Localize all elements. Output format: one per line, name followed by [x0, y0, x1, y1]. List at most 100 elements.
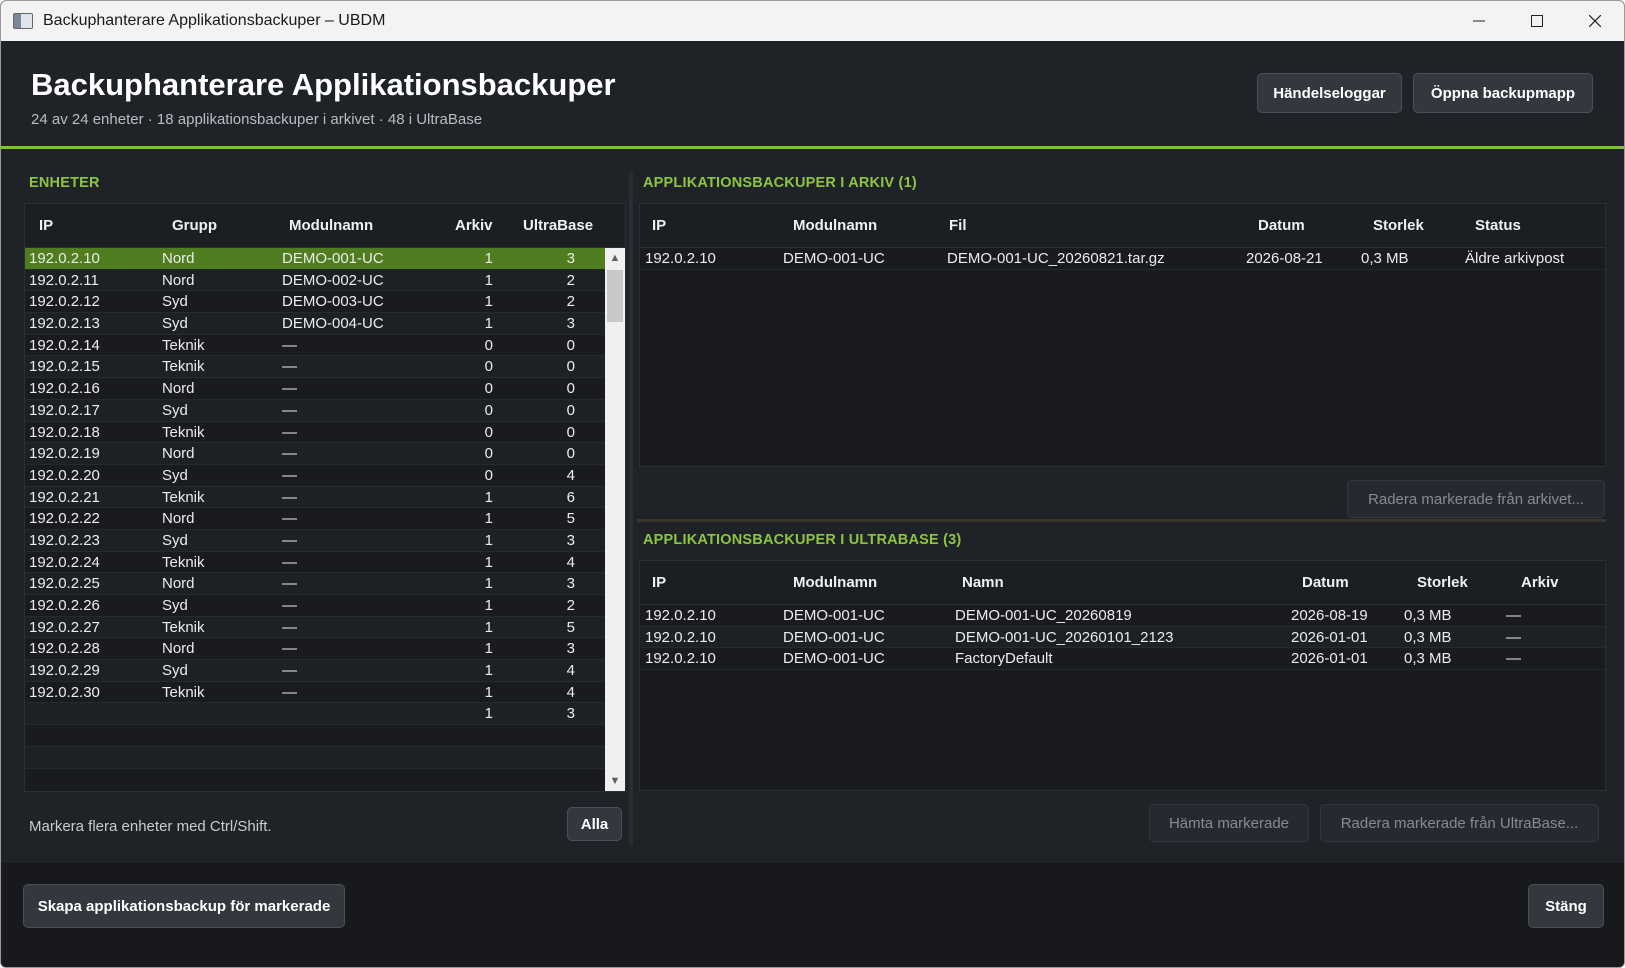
fetch-selected-button[interactable]: Hämta markerade: [1149, 804, 1309, 842]
device-row[interactable]: [25, 746, 625, 769]
table-cell: —: [282, 640, 297, 658]
scroll-down-icon[interactable]: ▼: [605, 771, 625, 791]
column-header[interactable]: Storlek: [1417, 574, 1468, 591]
vertical-splitter[interactable]: [629, 173, 633, 845]
delete-from-archive-button[interactable]: Radera markerade från arkivet...: [1347, 480, 1605, 518]
ultrabase-row[interactable]: 192.0.2.10 DEMO-001-UC DEMO-001-UC_2026081…: [640, 605, 1605, 627]
column-header[interactable]: Datum: [1302, 574, 1349, 591]
column-header[interactable]: UltraBase: [523, 217, 593, 234]
table-cell: 192.0.2.10: [645, 607, 716, 624]
open-backup-folder-button[interactable]: Öppna backupmapp: [1413, 73, 1593, 113]
table-cell: 6: [566, 488, 575, 506]
horizontal-splitter[interactable]: [637, 519, 1606, 522]
column-header[interactable]: Modulnamn: [793, 217, 877, 234]
ultrabase-rows: 192.0.2.10 DEMO-001-UC DEMO-001-UC_2026081…: [640, 605, 1605, 671]
table-cell: 5: [566, 618, 575, 636]
event-log-button[interactable]: Händelseloggar: [1257, 73, 1402, 113]
maximize-button[interactable]: [1508, 1, 1566, 41]
ultrabase-row[interactable]: 192.0.2.10 DEMO-001-UC DEMO-001-UC_2026010…: [640, 626, 1605, 649]
device-row[interactable]: 192.0.2.28 Nord — 1 3: [25, 638, 625, 661]
ultrabase-section-title: APPLIKATIONSBACKUPER I ULTRABASE (3): [643, 532, 962, 548]
table-cell: Nord: [162, 250, 195, 267]
device-row[interactable]: 13: [25, 703, 625, 726]
table-cell: —: [1506, 607, 1521, 624]
table-cell: —: [282, 488, 297, 506]
table-cell: 1: [484, 597, 493, 614]
table-cell: Teknik: [162, 336, 205, 354]
device-row[interactable]: 192.0.2.26 Syd — 1 2: [25, 595, 625, 617]
table-cell: 192.0.2.27: [29, 618, 100, 636]
device-row[interactable]: 192.0.2.20 Syd — 0 4: [25, 465, 625, 487]
table-cell: 3: [566, 315, 575, 333]
column-header[interactable]: Grupp: [172, 217, 217, 234]
column-header[interactable]: Arkiv: [455, 217, 493, 234]
table-cell: Teknik: [162, 358, 205, 376]
table-cell: Äldre arkivpost: [1465, 250, 1565, 267]
table-cell: Syd: [162, 531, 188, 549]
device-row[interactable]: [25, 725, 625, 747]
window-controls: [1450, 1, 1624, 41]
select-all-button[interactable]: Alla: [567, 807, 622, 841]
table-cell: 4: [566, 662, 575, 680]
device-row[interactable]: 192.0.2.19 Nord — 0 0: [25, 443, 625, 465]
device-row[interactable]: 192.0.2.24 Teknik — 1 4: [25, 552, 625, 574]
column-header[interactable]: Fil: [949, 217, 967, 234]
table-cell: 192.0.2.13: [29, 315, 100, 333]
device-row[interactable]: 192.0.2.29 Syd — 1 4: [25, 660, 625, 682]
device-row[interactable]: 192.0.2.12 Syd DEMO-003-UC 1 2: [25, 291, 625, 314]
column-header[interactable]: IP: [39, 217, 53, 234]
table-cell: 1: [484, 250, 493, 267]
minimize-button[interactable]: [1450, 1, 1508, 41]
table-cell: Teknik: [162, 488, 205, 506]
device-row[interactable]: 192.0.2.22 Nord — 1 5: [25, 508, 625, 530]
ultrabase-table[interactable]: IP Modulnamn Namn Datum Storlek Arkiv 19…: [639, 560, 1606, 791]
column-header[interactable]: Modulnamn: [793, 574, 877, 591]
devices-rows: 192.0.2.10 Nord DEMO-001-UC 1 3 192.0.2.11 Nor…: [25, 248, 625, 769]
devices-scrollbar[interactable]: ▲ ▼: [605, 248, 625, 791]
device-row[interactable]: 192.0.2.25 Nord — 1 3: [25, 573, 625, 595]
close-button[interactable]: Stäng: [1528, 884, 1604, 928]
column-header[interactable]: Status: [1475, 217, 1521, 234]
table-cell: 1: [484, 293, 493, 311]
column-header[interactable]: Arkiv: [1521, 574, 1559, 591]
device-row[interactable]: 192.0.2.14 Teknik — 0 0: [25, 335, 625, 357]
delete-from-ultrabase-button[interactable]: Radera markerade från UltraBase...: [1320, 804, 1599, 842]
device-row[interactable]: 192.0.2.15 Teknik — 0 0: [25, 356, 625, 379]
device-row[interactable]: 192.0.2.11 Nord DEMO-002-UC 1 2: [25, 269, 625, 292]
table-cell: Nord: [162, 575, 195, 593]
scroll-up-icon[interactable]: ▲: [605, 248, 625, 268]
device-row[interactable]: 192.0.2.13 Syd DEMO-004-UC 1 3: [25, 313, 625, 335]
create-backup-button[interactable]: Skapa applikationsbackup för markerade: [23, 884, 345, 928]
devices-table[interactable]: IP Grupp Modulnamn Arkiv UltraBase 192.0…: [24, 203, 626, 792]
close-window-button[interactable]: [1566, 1, 1624, 41]
device-row[interactable]: 192.0.2.30 Teknik — 1 4: [25, 682, 625, 704]
table-cell: 3: [566, 531, 575, 549]
column-header[interactable]: IP: [652, 574, 666, 591]
device-row[interactable]: 192.0.2.23 Syd — 1 3: [25, 529, 625, 552]
scroll-thumb[interactable]: [607, 270, 623, 322]
device-row[interactable]: 192.0.2.16 Nord — 0 0: [25, 378, 625, 400]
table-cell: —: [282, 510, 297, 528]
table-cell: 0,3 MB: [1361, 250, 1409, 267]
table-cell: 192.0.2.10: [645, 628, 716, 646]
table-cell: —: [1506, 650, 1521, 668]
column-header[interactable]: Namn: [962, 574, 1004, 591]
column-header[interactable]: Datum: [1258, 217, 1305, 234]
table-cell: 192.0.2.23: [29, 531, 100, 549]
column-header[interactable]: Storlek: [1373, 217, 1424, 234]
table-cell: —: [282, 423, 297, 441]
device-row[interactable]: 192.0.2.21 Teknik — 1 6: [25, 486, 625, 509]
device-row[interactable]: 192.0.2.17 Syd — 0 0: [25, 399, 625, 422]
archive-table[interactable]: IP Modulnamn Fil Datum Storlek Status 19…: [639, 203, 1606, 467]
device-row[interactable]: 192.0.2.27 Teknik — 1 5: [25, 616, 625, 639]
table-cell: Syd: [162, 315, 188, 333]
table-cell: DEMO-003-UC: [282, 293, 384, 311]
device-row[interactable]: 192.0.2.10 Nord DEMO-001-UC 1 3: [25, 248, 625, 270]
devices-table-header: IP Grupp Modulnamn Arkiv UltraBase: [25, 204, 625, 248]
table-cell: 0: [484, 358, 493, 376]
device-row[interactable]: 192.0.2.18 Teknik — 0 0: [25, 422, 625, 444]
column-header[interactable]: IP: [652, 217, 666, 234]
archive-row[interactable]: 192.0.2.10 DEMO-001-UC DEMO-001-UC_2026082…: [640, 248, 1605, 270]
column-header[interactable]: Modulnamn: [289, 217, 373, 234]
ultrabase-row[interactable]: 192.0.2.10 DEMO-001-UC FactoryDefault 2026-…: [640, 648, 1605, 671]
